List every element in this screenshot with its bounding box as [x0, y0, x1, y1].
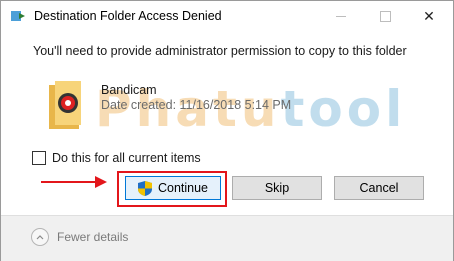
minimize-icon: [336, 16, 346, 17]
folder-icon: [49, 81, 81, 129]
maximize-icon: [379, 11, 391, 22]
continue-label: Continue: [157, 181, 209, 195]
apply-all-option[interactable]: Do this for all current items: [32, 151, 201, 165]
maximize-button[interactable]: [363, 1, 407, 32]
close-button[interactable]: ✕: [407, 1, 451, 32]
title-bar[interactable]: Destination Folder Access Denied ✕: [1, 1, 453, 32]
cancel-button[interactable]: Cancel: [334, 176, 424, 200]
uac-shield-icon: [137, 180, 152, 196]
red-arrow-icon: [41, 176, 107, 188]
minimize-button[interactable]: [319, 1, 363, 32]
chevron-up-icon: [31, 228, 49, 246]
continue-button[interactable]: Continue: [125, 176, 221, 200]
skip-button[interactable]: Skip: [232, 176, 322, 200]
file-date: Date created: 11/16/2018 5:14 PM: [101, 98, 292, 112]
permission-message: You'll need to provide administrator per…: [33, 44, 407, 58]
apply-all-checkbox[interactable]: [32, 151, 46, 165]
close-icon: ✕: [423, 8, 435, 24]
window-title: Destination Folder Access Denied: [34, 9, 222, 23]
dialog-window: Destination Folder Access Denied ✕ You'l…: [0, 0, 454, 261]
fewer-details-label[interactable]: Fewer details: [57, 230, 128, 244]
copy-arrow-icon: [11, 11, 25, 21]
file-name: Bandicam: [101, 83, 157, 97]
fewer-details-toggle[interactable]: Fewer details: [31, 228, 128, 246]
apply-all-label[interactable]: Do this for all current items: [52, 151, 201, 165]
